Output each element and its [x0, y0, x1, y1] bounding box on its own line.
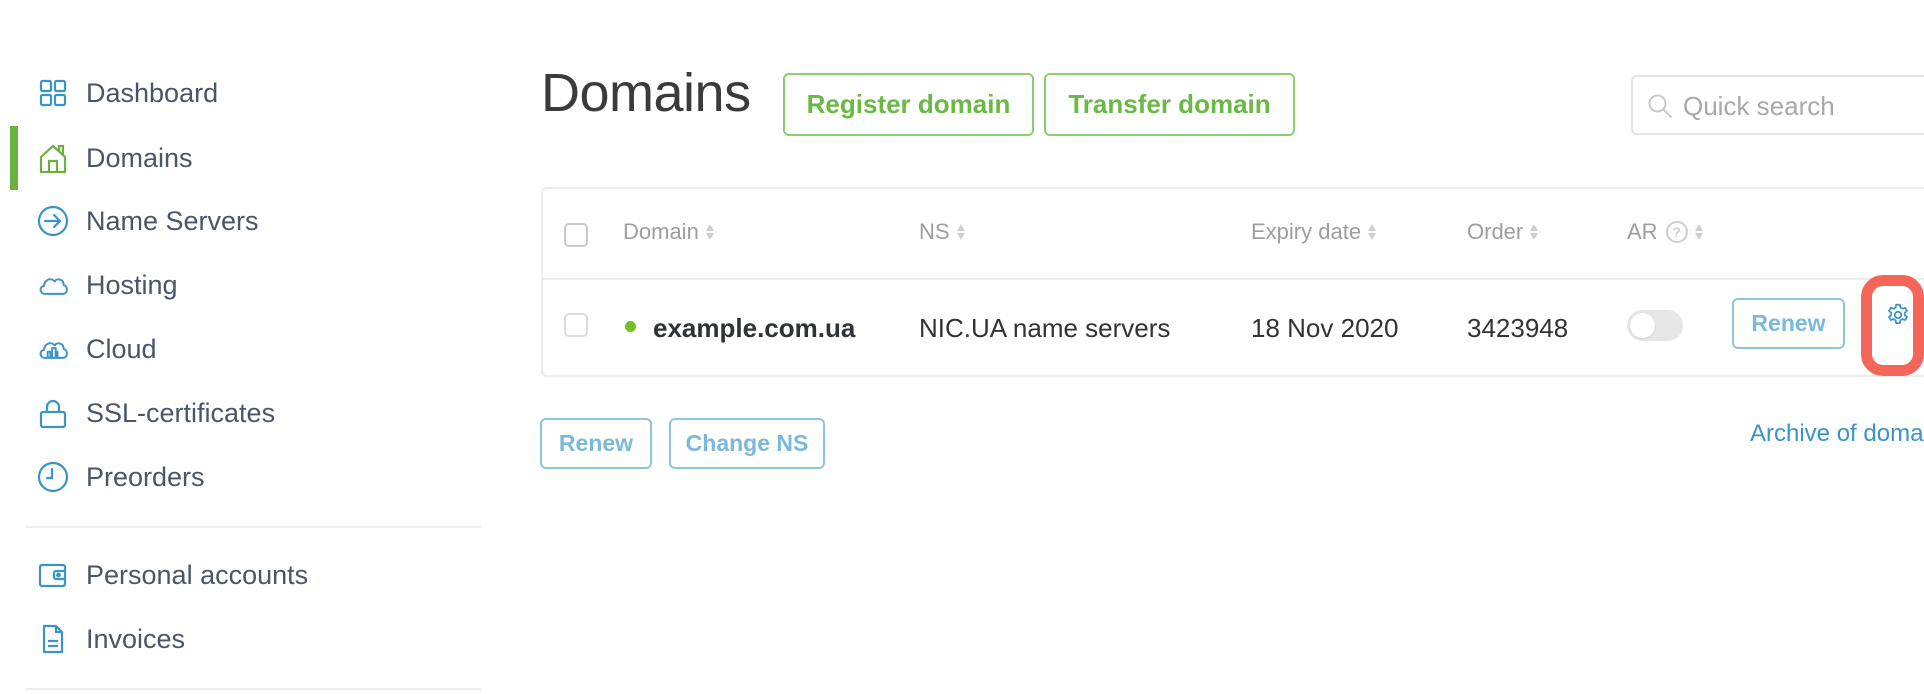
active-indicator: [10, 126, 18, 190]
sidebar-divider: [26, 688, 481, 690]
sort-icon: [1530, 223, 1539, 241]
toggle-knob: [1630, 313, 1655, 338]
sidebar-item-invoices[interactable]: Invoices: [0, 607, 480, 671]
auto-renew-toggle[interactable]: [1627, 310, 1683, 341]
sidebar-item-domains[interactable]: Domains: [0, 126, 480, 190]
column-label: Domain: [623, 219, 699, 244]
sidebar-item-label: Dashboard: [86, 77, 219, 108]
sort-icon: [705, 223, 715, 241]
table-row: example.com.ua NIC.UA name servers 18 No…: [543, 280, 1924, 377]
sidebar-item-label: Preorders: [86, 461, 205, 492]
row-checkbox[interactable]: [564, 313, 588, 337]
column-label: Order: [1467, 219, 1524, 244]
column-header-ns[interactable]: NS: [919, 219, 966, 245]
house-icon: [36, 141, 70, 175]
row-renew-button[interactable]: Renew: [1732, 298, 1845, 349]
sidebar-item-hosting[interactable]: Hosting: [0, 253, 480, 317]
document-icon: [36, 622, 70, 656]
sort-icon: [956, 223, 966, 241]
column-label: NS: [919, 219, 950, 244]
sidebar-item-label: Domains: [86, 142, 193, 173]
ns-value: NIC.UA name servers: [919, 313, 1171, 343]
domain-name-link[interactable]: example.com.ua: [653, 313, 855, 344]
status-active-dot: [625, 321, 636, 332]
sidebar-item-ssl-certificates[interactable]: SSL-certificates: [0, 381, 480, 445]
cloud-icon: [36, 268, 70, 302]
sidebar-item-label: Hosting: [86, 269, 178, 300]
sidebar-item-label: Personal accounts: [86, 559, 309, 590]
search-icon: [1648, 94, 1672, 118]
sidebar-item-label: Name Servers: [86, 205, 259, 236]
page-title: Domains: [541, 63, 751, 123]
column-header-ar[interactable]: AR ?: [1627, 219, 1704, 245]
arrow-circle-icon: [36, 204, 70, 238]
sidebar-item-personal-accounts[interactable]: Personal accounts: [0, 543, 480, 607]
domains-table: Domain NS Expiry date Order AR ? example…: [541, 187, 1924, 377]
sidebar-divider: [26, 526, 481, 528]
quick-search[interactable]: [1631, 75, 1924, 135]
clock-icon: [36, 460, 70, 494]
register-domain-button[interactable]: Register domain: [783, 73, 1034, 136]
sort-icon: [1694, 223, 1704, 241]
wallet-icon: [36, 558, 70, 592]
sidebar-item-cloud[interactable]: Cloud: [0, 317, 480, 381]
sidebar-item-label: Cloud: [86, 333, 157, 364]
sidebar-item-preorders[interactable]: Preorders: [0, 445, 480, 509]
sidebar-item-dashboard[interactable]: Dashboard: [0, 61, 480, 125]
sidebar-item-label: Invoices: [86, 623, 186, 654]
column-header-expiry-date[interactable]: Expiry date: [1251, 219, 1377, 245]
select-all-checkbox[interactable]: [564, 223, 588, 247]
sidebar-item-label: SSL-certificates: [86, 397, 276, 428]
column-header-order[interactable]: Order: [1467, 219, 1539, 245]
bulk-renew-button[interactable]: Renew: [540, 418, 652, 469]
settings-button[interactable]: [1883, 300, 1913, 330]
cloud-chart-icon: [36, 332, 70, 366]
expiry-date-value: 18 Nov 2020: [1251, 313, 1399, 343]
gear-icon: [1888, 303, 1908, 324]
search-input[interactable]: [1683, 87, 1924, 125]
column-label: AR: [1627, 219, 1658, 244]
column-label: Expiry date: [1251, 219, 1362, 244]
order-value: 3423948: [1467, 313, 1569, 343]
column-header-domain[interactable]: Domain: [623, 219, 715, 245]
lock-icon: [36, 396, 70, 430]
sort-icon: [1368, 223, 1377, 241]
help-icon[interactable]: ?: [1665, 221, 1688, 243]
sidebar-item-name-servers[interactable]: Name Servers: [0, 189, 480, 253]
change-ns-button[interactable]: Change NS: [669, 418, 825, 469]
table-header: Domain NS Expiry date Order AR ?: [543, 189, 1924, 280]
dashboard-grid-icon: [36, 76, 70, 110]
transfer-domain-button[interactable]: Transfer domain: [1044, 73, 1295, 136]
sidebar: Dashboard Domains Name Servers Hosting C…: [0, 0, 500, 694]
archive-of-domains-link[interactable]: Archive of domains: [1750, 420, 1924, 448]
